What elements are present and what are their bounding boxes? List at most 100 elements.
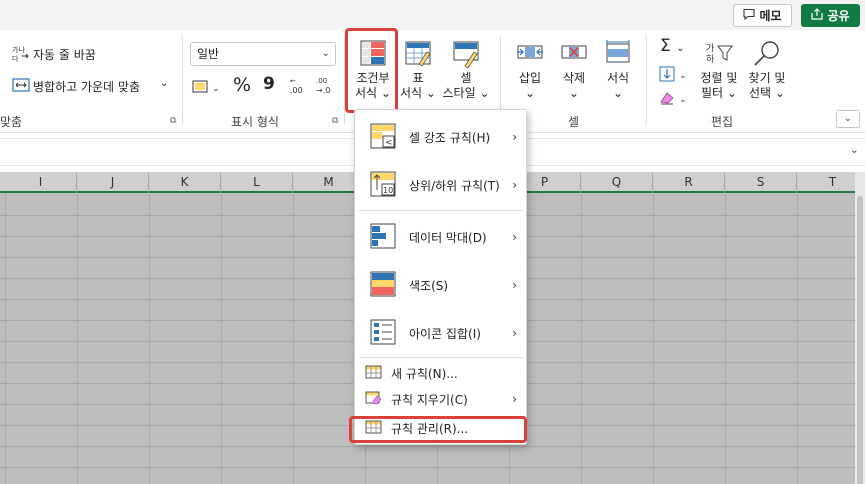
column-header[interactable]: Q [581, 172, 653, 193]
format-as-table-label-1: 표 [412, 71, 424, 85]
dialog-launcher-icon[interactable]: ⧉ [332, 116, 338, 126]
menu-item-new-rule[interactable]: 새 규칙(N)... [355, 361, 526, 385]
chevron-right-icon: › [512, 326, 517, 340]
svg-text:⌄: ⌄ [212, 84, 220, 94]
share-button[interactable]: 공유 [801, 4, 860, 27]
menu-item-label: 색조(S) [409, 278, 449, 293]
increase-decimal-icon[interactable]: ← .00 [288, 75, 308, 100]
chevron-right-icon: › [512, 230, 517, 244]
editing-group-label: 편집 [711, 115, 734, 129]
column-header[interactable]: K [149, 172, 221, 193]
ribbon-collapse-button[interactable]: ⌄ [836, 110, 860, 128]
grid-line [581, 194, 582, 484]
grid-line [221, 194, 222, 484]
conditional-formatting-menu: < 셀 강조 규칙(H) › 10 상위/하위 규칙(T) › 데이터 막대(D… [354, 109, 527, 445]
menu-item-highlight-cell-rules[interactable]: < 셀 강조 규칙(H) › [355, 114, 526, 160]
find-select-button[interactable]: 찾기 및 선택 ⌄ [744, 32, 790, 101]
svg-text:⌄: ⌄ [679, 71, 687, 81]
column-header[interactable]: S [725, 172, 797, 193]
merge-center-icon [12, 77, 30, 96]
format-cells-label: 서식 [606, 71, 630, 85]
format-as-table-button[interactable]: 표 서식 ⌄ [398, 32, 438, 101]
clear-rules-icon [365, 391, 382, 408]
alignment-group-label: 맞춤 [0, 115, 23, 129]
menu-item-color-scales[interactable]: 색조(S) › [355, 262, 526, 308]
menu-item-data-bars[interactable]: 데이터 막대(D) › [355, 214, 526, 260]
menu-item-icon-sets[interactable]: 아이콘 집합(I) › [355, 310, 526, 356]
merge-center-button[interactable]: 병합하고 가운데 맞춤 [33, 78, 140, 95]
menu-divider [359, 210, 523, 211]
grid-line [0, 446, 855, 447]
vertical-scrollbar[interactable] [855, 172, 865, 484]
menu-item-label: 아이콘 집합(I) [409, 326, 481, 341]
menu-item-top-bottom-rules[interactable]: 10 상위/하위 규칙(T) › [355, 162, 526, 208]
menu-item-label: 상위/하위 규칙(T) [409, 178, 500, 193]
svg-text:⌄: ⌄ [679, 95, 687, 105]
dialog-launcher-icon[interactable]: ⧉ [170, 116, 176, 126]
column-header[interactable]: L [221, 172, 293, 193]
conditional-formatting-highlight [345, 28, 398, 113]
group-separator [646, 36, 647, 124]
comma-style-button[interactable]: 9 [263, 74, 275, 94]
sort-filter-label-1: 정렬 및 [700, 71, 738, 85]
svg-text:가: 가 [706, 43, 714, 54]
svg-text:10: 10 [383, 186, 393, 195]
sort-filter-button[interactable]: 가하 정렬 및 필터 ⌄ [696, 32, 742, 101]
fill-button[interactable]: ⌄ [659, 66, 689, 85]
find-select-label-2: 선택 ⌄ [749, 86, 785, 100]
column-header[interactable]: I [5, 172, 77, 193]
wrap-text-button[interactable]: 자동 줄 바꿈 [33, 46, 96, 63]
insert-cells-label: 삽입 [518, 71, 542, 85]
sort-filter-icon: 가하 [704, 38, 734, 68]
sort-filter-label-2: 필터 ⌄ [701, 86, 737, 100]
number-format-value: 일반 [197, 47, 220, 61]
column-header[interactable]: J [77, 172, 149, 193]
cell-styles-label-1: 셀 [460, 71, 472, 85]
svg-text:←: ← [290, 77, 296, 85]
wrap-text-icon: 가나 다 [12, 44, 30, 65]
grid-line [77, 194, 78, 484]
scrollbar-thumb[interactable] [857, 196, 863, 484]
number-format-select[interactable]: 일반 ⌄ [190, 42, 336, 66]
grid-line [5, 194, 6, 484]
svg-text:.00: .00 [290, 86, 303, 95]
grid-line [653, 194, 654, 484]
delete-cells-label: 삭제 [562, 71, 586, 85]
accounting-format-icon[interactable]: ⌄ [192, 78, 222, 99]
format-as-table-icon [403, 38, 433, 68]
chevron-down-icon: ⌄ [321, 48, 330, 59]
chevron-right-icon: › [512, 130, 517, 144]
svg-text:다: 다 [12, 54, 19, 62]
format-cells-button[interactable]: 서식 ⌄ [598, 32, 638, 101]
decrease-decimal-icon[interactable]: .00 →.0 [314, 75, 334, 100]
cell-styles-button[interactable]: 셀 스타일 ⌄ [440, 32, 492, 101]
column-header[interactable]: R [653, 172, 725, 193]
chevron-right-icon: › [512, 178, 517, 192]
chevron-right-icon: › [512, 392, 517, 406]
menu-item-label: 셀 강조 규칙(H) [409, 130, 491, 145]
grid-line [293, 194, 294, 484]
delete-cells-icon [559, 38, 589, 68]
top-bottom-rules-icon: 10 [369, 170, 397, 201]
percent-style-button[interactable]: % [233, 74, 251, 96]
chevron-down-icon[interactable]: ⌄ [160, 78, 168, 89]
memo-button[interactable]: 메모 [733, 4, 792, 27]
number-group-label: 표시 형식 [231, 115, 279, 129]
cell-styles-icon [451, 38, 481, 69]
chevron-down-icon[interactable]: ⌄ [850, 143, 859, 156]
comment-icon [743, 8, 756, 23]
grid-line [149, 194, 150, 484]
delete-cells-button[interactable]: 삭제 ⌄ [554, 32, 594, 101]
new-rule-icon [365, 365, 382, 382]
find-select-label-1: 찾기 및 [748, 71, 786, 85]
group-separator [182, 36, 183, 124]
cell-styles-label-2: 스타일 ⌄ [442, 86, 490, 100]
insert-cells-button[interactable]: 삽입 ⌄ [510, 32, 550, 101]
memo-label: 메모 [759, 9, 782, 23]
svg-text:하: 하 [706, 54, 715, 65]
menu-item-clear-rules[interactable]: 규칙 지우기(C) › [355, 387, 526, 411]
clear-button[interactable]: ⌄ [659, 90, 689, 109]
autosum-button[interactable]: Σ ⌄ [660, 36, 685, 56]
share-label: 공유 [827, 9, 850, 23]
grid-line [0, 467, 855, 468]
